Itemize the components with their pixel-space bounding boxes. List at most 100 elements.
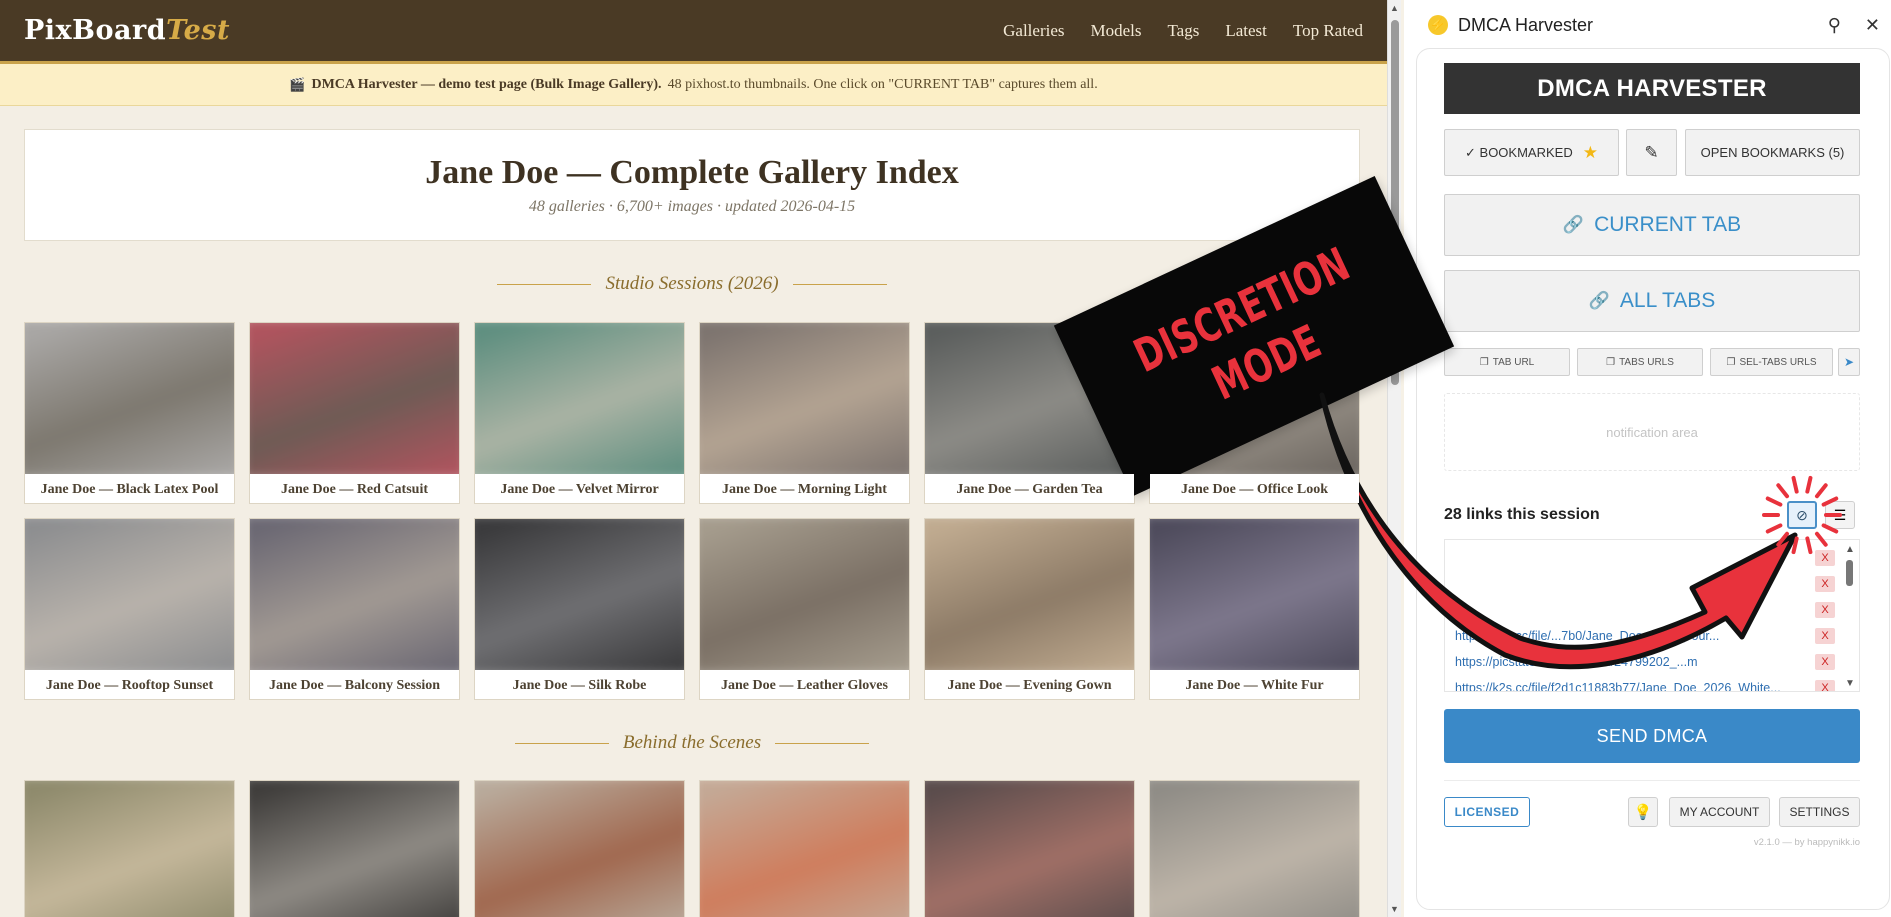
nav-tags[interactable]: Tags — [1167, 21, 1199, 41]
gallery-thumbnail[interactable] — [250, 519, 459, 678]
scroll-down-icon[interactable]: ▼ — [1390, 904, 1399, 914]
remove-link-button[interactable]: X — [1815, 602, 1835, 618]
current-tab-button[interactable]: 🔗 CURRENT TAB — [1444, 194, 1860, 256]
remove-link-button[interactable]: X — [1815, 654, 1835, 670]
gallery-thumbnail[interactable] — [25, 519, 234, 678]
gallery-card[interactable]: Jane Doe — Rooftop Sunset — [24, 518, 235, 700]
gallery-caption[interactable]: Jane Doe — Black Latex Pool — [25, 474, 234, 503]
gallery-card[interactable] — [24, 780, 235, 917]
gallery-thumbnail[interactable] — [925, 323, 1134, 482]
gallery-thumbnail[interactable] — [1150, 781, 1359, 917]
edit-button[interactable]: ✎ — [1626, 129, 1677, 176]
gallery-card[interactable]: Jane Doe — Red Catsuit — [249, 322, 460, 504]
gallery-card[interactable]: Jane Doe — Garden Tea — [924, 322, 1135, 504]
remove-link-button[interactable]: X — [1815, 576, 1835, 592]
scroll-up-icon[interactable]: ▲ — [1390, 3, 1399, 13]
unpin-icon[interactable]: ⚲ — [1828, 15, 1841, 36]
gallery-card[interactable]: Jane Doe — Velvet Mirror — [474, 322, 685, 504]
open-bookmarks-label: OPEN BOOKMARKS (5) — [1700, 145, 1845, 160]
gallery-card[interactable] — [699, 780, 910, 917]
remove-link-button[interactable]: X — [1815, 628, 1835, 644]
gallery-thumbnail[interactable] — [700, 781, 909, 917]
tips-button[interactable]: 💡 — [1628, 797, 1658, 827]
send-dmca-button[interactable]: SEND DMCA — [1444, 709, 1860, 763]
tab-url-button[interactable]: ❐ TAB URL — [1444, 348, 1570, 376]
gallery-thumbnail[interactable] — [700, 519, 909, 678]
gallery-caption[interactable]: Jane Doe — Morning Light — [700, 474, 909, 503]
gallery-card[interactable] — [474, 780, 685, 917]
page-scrollbar[interactable]: ▲ ▼ — [1387, 0, 1401, 917]
gallery-thumbnail[interactable] — [250, 781, 459, 917]
nav-top-rated[interactable]: Top Rated — [1293, 21, 1363, 41]
divider-line — [497, 283, 592, 285]
gallery-caption[interactable]: Jane Doe — Silk Robe — [475, 670, 684, 699]
remove-link-button[interactable]: X — [1815, 550, 1835, 566]
link-icon: 🔗 — [1588, 291, 1610, 310]
gallery-caption[interactable]: Jane Doe — Velvet Mirror — [475, 474, 684, 503]
gallery-thumbnail[interactable] — [1150, 519, 1359, 678]
remove-link-button[interactable]: X — [1815, 680, 1835, 691]
gallery-card[interactable] — [249, 780, 460, 917]
edit-icon: ✎ — [1644, 142, 1659, 162]
nav-models[interactable]: Models — [1090, 21, 1141, 41]
gallery-card[interactable]: Jane Doe — White Fur — [1149, 518, 1360, 700]
close-icon[interactable]: ✕ — [1865, 15, 1880, 36]
gallery-caption[interactable]: Jane Doe — Rooftop Sunset — [25, 670, 234, 699]
select-tabs-button[interactable]: ➤ — [1838, 348, 1860, 376]
link-url[interactable]: https://picstate.com/view/full/24799202_… — [1455, 655, 1805, 669]
gallery-card[interactable]: Jane Doe — Balcony Session — [249, 518, 460, 700]
sel-tabs-urls-button[interactable]: ❐ SEL-TABS URLS — [1710, 348, 1833, 376]
gallery-caption[interactable]: Jane Doe — Evening Gown — [925, 670, 1134, 699]
gallery-card[interactable] — [1149, 780, 1360, 917]
gallery-thumbnail[interactable] — [925, 519, 1134, 678]
gallery-thumbnail[interactable] — [250, 323, 459, 482]
bookmarked-label: ✓ BOOKMARKED — [1465, 144, 1573, 160]
link-url[interactable]: https://k2s.cc/file/...7b0/Jane_Doe_2026… — [1455, 629, 1805, 643]
gallery-thumbnail[interactable] — [25, 781, 234, 917]
open-bookmarks-button[interactable]: OPEN BOOKMARKS (5) — [1685, 129, 1860, 176]
section-heading-behind: Behind the Scenes — [24, 732, 1360, 754]
bookmarked-button[interactable]: ✓ BOOKMARKED ★ — [1444, 129, 1619, 176]
gallery-thumbnail[interactable] — [475, 323, 684, 482]
gallery-card[interactable]: Jane Doe — Morning Light — [699, 322, 910, 504]
nav-galleries[interactable]: Galleries — [1003, 21, 1064, 41]
gallery-thumbnail[interactable] — [1150, 323, 1359, 482]
clear-list-button[interactable]: ☰ — [1825, 501, 1855, 529]
licensed-badge[interactable]: LICENSED — [1444, 797, 1530, 827]
list-scrollbar[interactable]: ▲ ▼ — [1844, 544, 1856, 689]
gallery-card[interactable]: Jane Doe — Evening Gown — [924, 518, 1135, 700]
link-url[interactable]: https://k2s.cc/file/f2d1c11883b77/Jane_D… — [1455, 681, 1805, 691]
gallery-caption[interactable]: Jane Doe — Balcony Session — [250, 670, 459, 699]
gallery-card[interactable]: Jane Doe — Leather Gloves — [699, 518, 910, 700]
gallery-caption[interactable]: Jane Doe — Red Catsuit — [250, 474, 459, 503]
gallery-card[interactable] — [924, 780, 1135, 917]
gallery-card[interactable]: Jane Doe — Office Look — [1149, 322, 1360, 504]
discretion-toggle-button[interactable]: ⊘ — [1787, 501, 1817, 529]
link-icon: 🔗 — [1562, 215, 1585, 234]
list-scrollbar-thumb[interactable] — [1846, 560, 1853, 586]
scroll-up-icon[interactable]: ▲ — [1845, 544, 1855, 555]
nav-latest[interactable]: Latest — [1225, 21, 1267, 41]
settings-button[interactable]: SETTINGS — [1779, 797, 1860, 827]
all-tabs-button[interactable]: 🔗 ALL TABS — [1444, 270, 1860, 332]
scroll-down-icon[interactable]: ▼ — [1845, 678, 1855, 689]
gallery-caption[interactable]: Jane Doe — Leather Gloves — [700, 670, 909, 699]
gallery-caption[interactable]: Jane Doe — White Fur — [1150, 670, 1359, 699]
gallery-card[interactable]: Jane Doe — Black Latex Pool — [24, 322, 235, 504]
gallery-thumbnail[interactable] — [700, 323, 909, 482]
banner-text: 48 pixhost.to thumbnails. One click on "… — [667, 76, 1098, 92]
gallery-card[interactable]: Jane Doe — Silk Robe — [474, 518, 685, 700]
gallery-thumbnail[interactable] — [25, 323, 234, 482]
harvester-header: DMCA HARVESTER — [1444, 63, 1860, 114]
site-logo[interactable]: PixBoardTest — [24, 15, 230, 46]
extension-title: DMCA Harvester — [1458, 14, 1594, 35]
gallery-thumbnail[interactable] — [475, 519, 684, 678]
gallery-caption[interactable]: Jane Doe — Office Look — [1150, 474, 1359, 503]
my-account-button[interactable]: MY ACCOUNT — [1669, 797, 1770, 827]
notification-area: notification area — [1444, 393, 1860, 471]
gallery-caption[interactable]: Jane Doe — Garden Tea — [925, 474, 1134, 503]
gallery-thumbnail[interactable] — [475, 781, 684, 917]
scrollbar-thumb[interactable] — [1391, 20, 1399, 385]
gallery-thumbnail[interactable] — [925, 781, 1134, 917]
tabs-urls-button[interactable]: ❐ TABS URLS — [1577, 348, 1703, 376]
